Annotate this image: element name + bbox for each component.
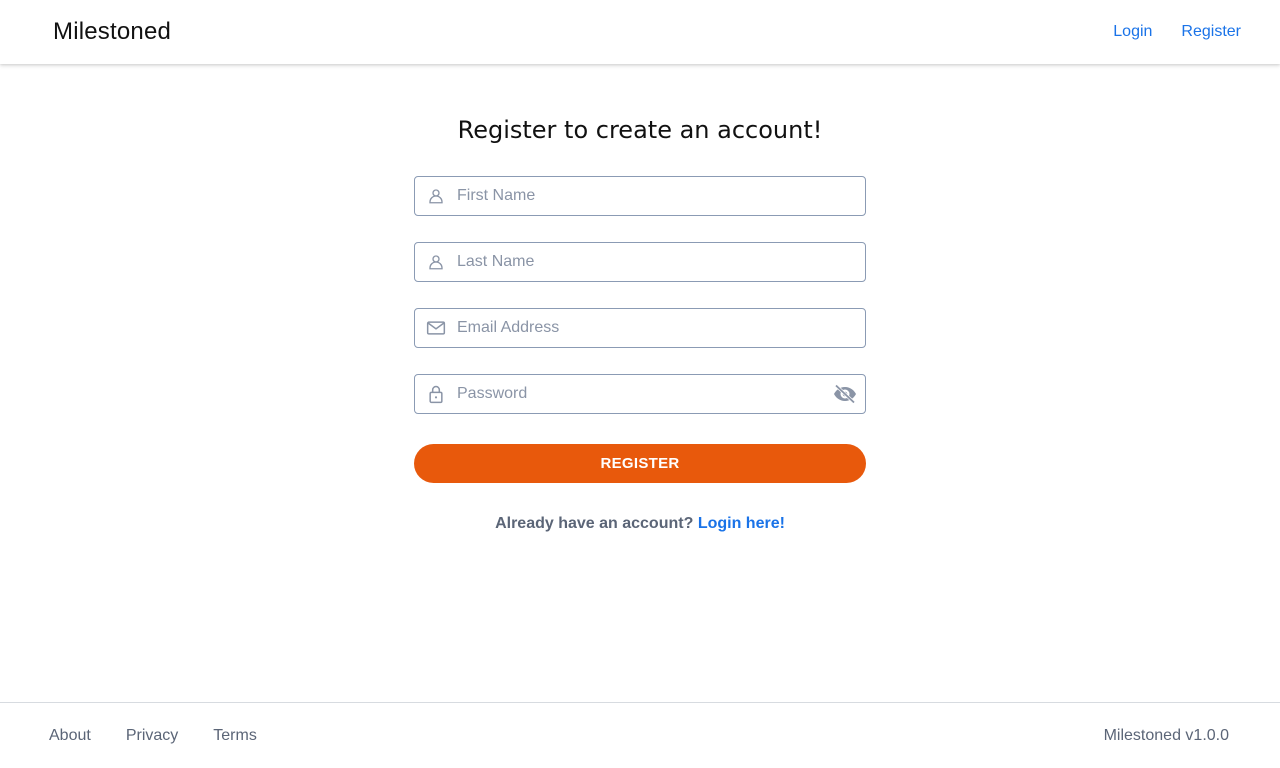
page-title: Register to create an account! bbox=[457, 116, 823, 144]
first-name-input[interactable] bbox=[455, 177, 865, 215]
login-prompt: Already have an account? Login here! bbox=[0, 515, 1280, 533]
user-icon bbox=[415, 243, 455, 281]
brand-logo-text[interactable]: Milestoned bbox=[53, 18, 171, 46]
login-here-link[interactable]: Login here! bbox=[698, 515, 785, 532]
password-input[interactable] bbox=[455, 375, 825, 413]
password-field[interactable] bbox=[414, 374, 866, 414]
eye-off-icon[interactable] bbox=[825, 375, 865, 413]
nav-login-link[interactable]: Login bbox=[1113, 23, 1152, 41]
register-button[interactable]: REGISTER bbox=[414, 444, 866, 483]
email-field[interactable] bbox=[414, 308, 866, 348]
nav-register-link[interactable]: Register bbox=[1181, 23, 1241, 41]
first-name-field[interactable] bbox=[414, 176, 866, 216]
footer-terms-link[interactable]: Terms bbox=[213, 727, 257, 745]
last-name-field[interactable] bbox=[414, 242, 866, 282]
lock-icon bbox=[415, 375, 455, 413]
mail-icon bbox=[415, 309, 455, 347]
last-name-input[interactable] bbox=[455, 243, 865, 281]
footer-about-link[interactable]: About bbox=[49, 727, 91, 745]
footer-privacy-link[interactable]: Privacy bbox=[126, 727, 178, 745]
email-input[interactable] bbox=[455, 309, 865, 347]
nav-links: Login Register bbox=[1113, 23, 1241, 41]
page-footer: About Privacy Terms Milestoned v1.0.0 bbox=[0, 702, 1280, 768]
footer-links: About Privacy Terms bbox=[49, 727, 257, 745]
login-prompt-text: Already have an account? bbox=[495, 515, 694, 532]
app-version: Milestoned v1.0.0 bbox=[1103, 726, 1229, 744]
user-icon bbox=[415, 177, 455, 215]
register-page: Register to create an account! First Nam… bbox=[0, 64, 1280, 702]
top-navbar: Milestoned Login Register bbox=[0, 0, 1280, 64]
